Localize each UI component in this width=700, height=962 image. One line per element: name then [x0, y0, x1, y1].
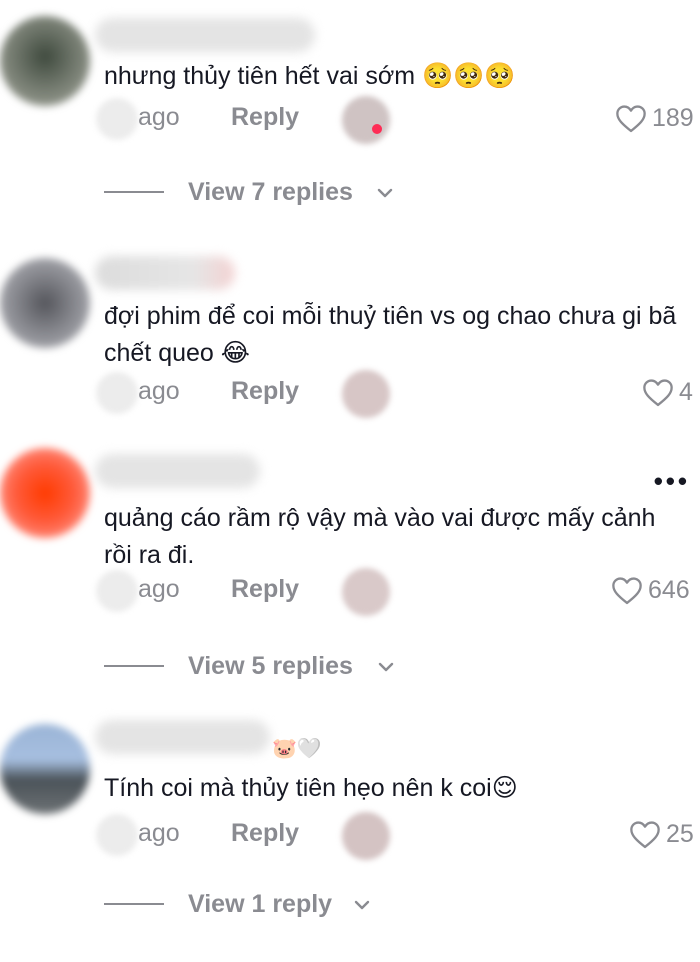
- creator-liked-avatar: [342, 370, 390, 418]
- view-replies-label: View 7 replies: [188, 178, 353, 206]
- avatar[interactable]: [0, 258, 90, 348]
- heart-icon: [616, 105, 646, 133]
- username-emoji: 🐷🤍: [272, 736, 322, 760]
- like-count: 4: [679, 377, 693, 406]
- comment-meta: ago Reply 189: [0, 96, 700, 146]
- heart-icon: [612, 577, 642, 605]
- divider: [104, 191, 164, 193]
- username-blurred[interactable]: [95, 18, 315, 52]
- timestamp-blurred: [96, 814, 138, 856]
- comment-item: ••• quảng cáo rầm rộ vậy mà vào vai được…: [0, 444, 700, 694]
- creator-badge: [372, 124, 382, 134]
- divider: [104, 665, 164, 667]
- comment-item: 🐷🤍 Tính coi mà thủy tiên hẹo nên k coi😌 …: [0, 718, 700, 962]
- view-replies-button[interactable]: View 7 replies: [0, 174, 700, 210]
- divider: [104, 903, 164, 905]
- comment-meta: ago Reply 25: [0, 812, 700, 862]
- creator-liked-avatar: [342, 568, 390, 616]
- like-button[interactable]: 25: [628, 819, 694, 849]
- username-blurred[interactable]: [95, 256, 235, 290]
- timestamp-blurred: [96, 98, 138, 140]
- view-replies-label: View 5 replies: [188, 652, 353, 680]
- timestamp-suffix: ago: [138, 819, 180, 847]
- like-count: 189: [652, 103, 694, 132]
- avatar[interactable]: [0, 448, 90, 538]
- heart-icon: [630, 821, 660, 849]
- reply-button[interactable]: Reply: [231, 377, 299, 406]
- like-button[interactable]: 189: [614, 103, 694, 133]
- timestamp-suffix: ago: [138, 377, 180, 405]
- chevron-down-icon: [377, 188, 393, 198]
- username-blurred[interactable]: [95, 454, 260, 488]
- timestamp-suffix: ago: [138, 103, 180, 131]
- like-count: 25: [666, 819, 694, 848]
- more-options-icon[interactable]: •••: [654, 466, 690, 497]
- username-blurred[interactable]: [95, 720, 270, 754]
- creator-liked-avatar: [342, 812, 390, 860]
- comment-text: quảng cáo rầm rộ vậy mà vào vai được mấy…: [104, 504, 656, 569]
- comment-item: nhưng thủy tiên hết vai sớm 🥺🥺🥺 ago Repl…: [0, 0, 700, 230]
- view-replies-label: View 1 reply: [188, 890, 333, 918]
- like-button[interactable]: 4: [641, 377, 693, 407]
- heart-icon: [643, 379, 673, 407]
- reply-button[interactable]: Reply: [231, 819, 299, 848]
- timestamp-suffix: ago: [138, 575, 180, 603]
- timestamp-blurred: [96, 570, 138, 612]
- comment-text: nhưng thủy tiên hết vai sớm 🥺🥺🥺: [104, 62, 516, 90]
- chevron-down-icon: [354, 900, 370, 910]
- timestamp-blurred: [96, 372, 138, 414]
- reply-button[interactable]: Reply: [231, 575, 299, 604]
- view-replies-button[interactable]: View 1 reply: [0, 886, 700, 922]
- reply-button[interactable]: Reply: [231, 103, 299, 132]
- creator-liked-avatar: [342, 96, 390, 144]
- like-button[interactable]: 646: [610, 575, 690, 605]
- comment-item: đợi phim để coi mỗi thuỷ tiên vs og chao…: [0, 250, 700, 430]
- comment-text: Tính coi mà thủy tiên hẹo nên k coi😌: [104, 774, 518, 802]
- chevron-down-icon: [378, 662, 394, 672]
- comment-meta: ago Reply 4: [0, 370, 700, 420]
- view-replies-button[interactable]: View 5 replies: [0, 648, 700, 684]
- comment-meta: ago Reply 646: [0, 568, 700, 618]
- avatar[interactable]: [0, 16, 90, 106]
- avatar[interactable]: [0, 724, 90, 814]
- like-count: 646: [648, 575, 690, 604]
- comment-text: đợi phim để coi mỗi thuỷ tiên vs og chao…: [104, 302, 677, 367]
